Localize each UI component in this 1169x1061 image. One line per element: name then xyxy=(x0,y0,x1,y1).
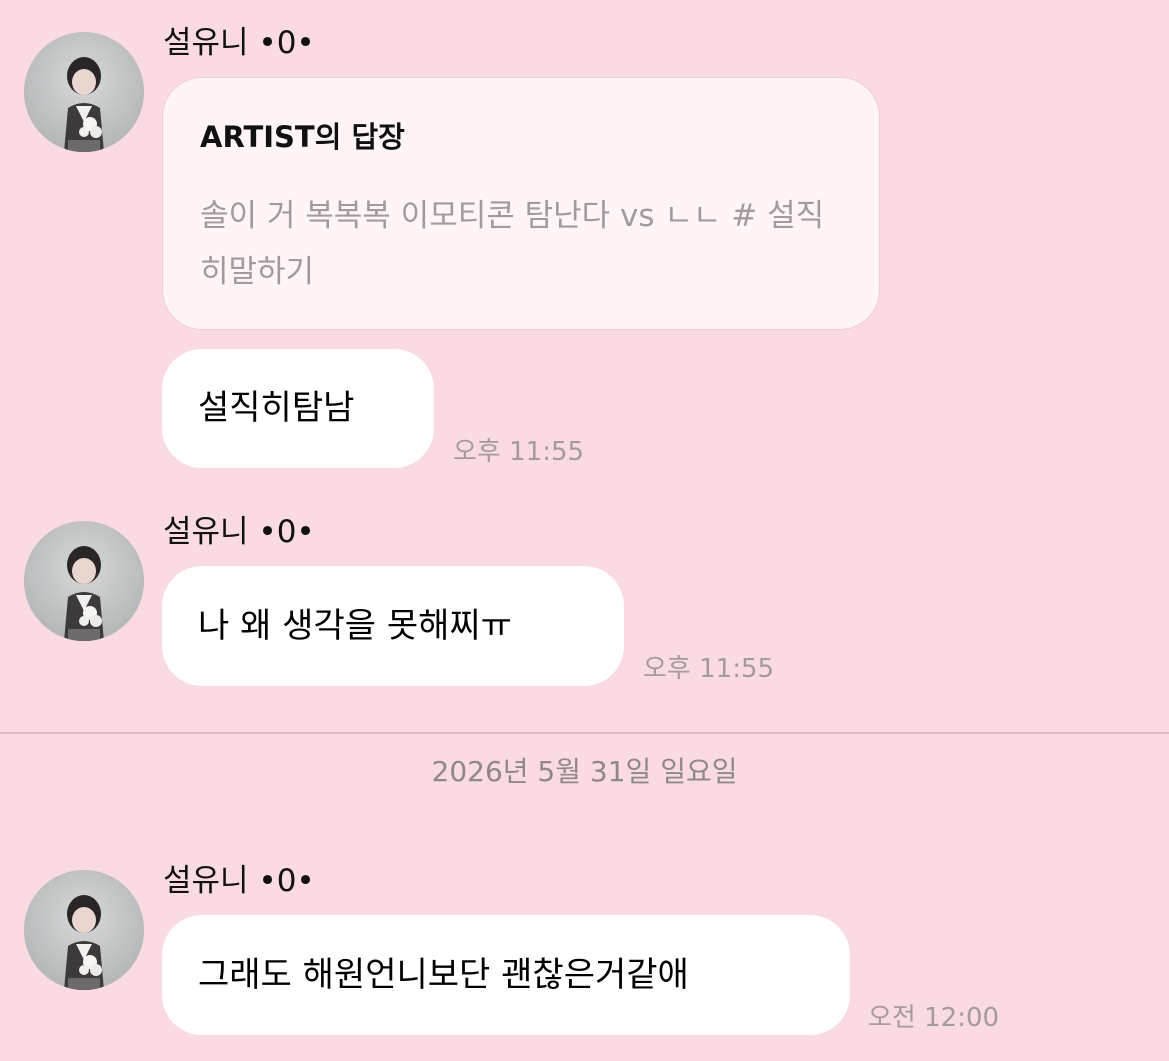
message-text: 나 왜 생각을 못해찌ㅠ xyxy=(198,606,512,646)
message-time: 오전 12:00 xyxy=(868,1003,1000,1033)
message-time: 오후 11:55 xyxy=(453,437,585,467)
message-time: 오후 11:55 xyxy=(643,654,775,684)
reply-text: 솔이 거 복복복 이모티콘 탐난다 vs ㄴㄴ # 설직히말하기 xyxy=(200,198,825,290)
avatar[interactable] xyxy=(24,32,144,152)
avatar[interactable] xyxy=(24,521,144,641)
sender-name[interactable]: 설유니 •0• xyxy=(163,866,315,897)
message-bubble[interactable]: 나 왜 생각을 못해찌ㅠ xyxy=(162,566,624,686)
message-text: 설직히탐남 xyxy=(198,388,355,428)
reply-title: ARTIST의 답장 xyxy=(200,120,405,154)
divider xyxy=(0,732,1169,734)
artist-reply-card[interactable]: ARTIST의 답장 솔이 거 복복복 이모티콘 탐난다 vs ㄴㄴ # 설직히… xyxy=(162,77,880,330)
sender-name[interactable]: 설유니 •0• xyxy=(163,517,315,548)
avatar[interactable] xyxy=(24,870,144,990)
message-bubble[interactable]: 그래도 해원언니보단 괜찮은거같애 xyxy=(162,915,850,1035)
message-bubble[interactable]: 설직히탐남 xyxy=(162,349,434,468)
message-text: 그래도 해원언니보단 괜찮은거같애 xyxy=(198,955,689,995)
date-separator: 2026년 5월 31일 일요일 xyxy=(431,755,738,788)
sender-name[interactable]: 설유니 •0• xyxy=(163,28,315,59)
